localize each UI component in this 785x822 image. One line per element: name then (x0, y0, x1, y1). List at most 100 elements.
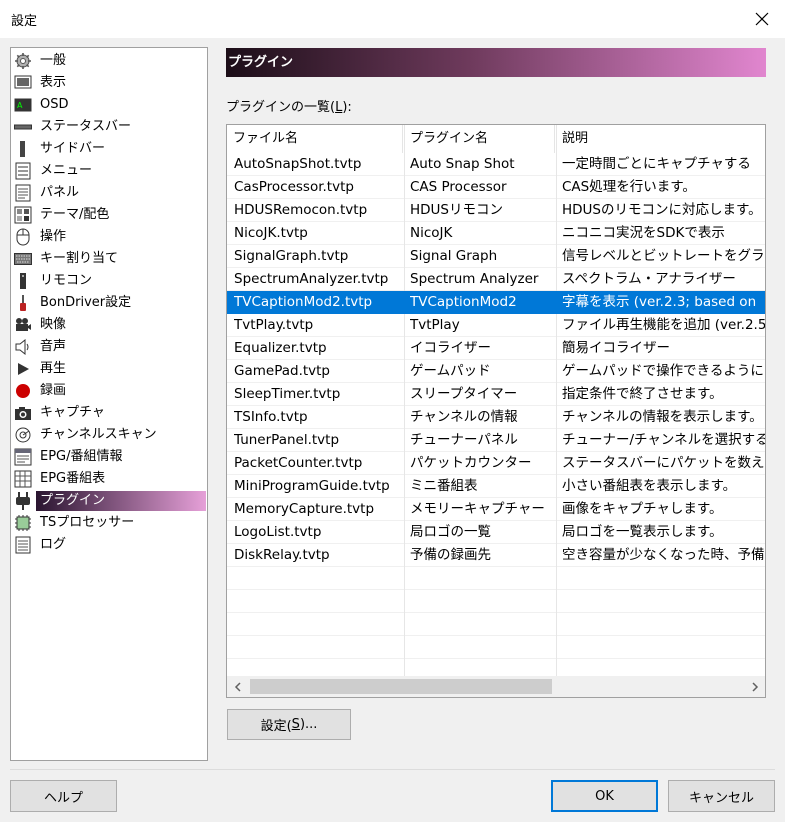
sidebar-item-label: 録画 (40, 383, 67, 398)
filename-cell: SignalGraph.tvtp (234, 248, 349, 264)
sidebar-item[interactable]: パネル (13, 183, 207, 203)
filename-cell: HDUSRemocon.tvtp (234, 202, 368, 218)
palette-icon (13, 206, 33, 224)
sidebar-item[interactable]: 一般 (13, 51, 207, 71)
sidebar-item[interactable]: プラグイン (13, 491, 207, 511)
plugin-name-cell: イコライザー (410, 340, 491, 356)
sidebar-item[interactable]: 操作 (13, 227, 207, 247)
plugin-name-cell: スリープタイマー (410, 386, 518, 402)
horizontal-scrollbar[interactable] (227, 676, 765, 697)
sidebar-item-label: TSプロセッサー (40, 515, 135, 530)
plugin-list[interactable]: ファイル名 プラグイン名 説明 AutoSnapShot.tvtp Auto Sn… (226, 124, 766, 698)
sidebar-item[interactable]: ステータスバー (13, 117, 207, 137)
sidebar-item[interactable]: 録画 (13, 381, 207, 401)
table-row[interactable]: LogoList.tvtp 局ロゴの一覧 局ロゴを一覧表示します。 (227, 521, 765, 544)
table-row[interactable]: SpectrumAnalyzer.tvtp Spectrum Analyzer スペ… (227, 268, 765, 291)
sidebar-item-label: キャプチャ (40, 405, 105, 420)
description-cell: スペクトラム・アナライザー (562, 271, 736, 287)
filename-cell: NicoJK.tvtp (234, 225, 308, 241)
row-separator (227, 658, 765, 659)
sidebar-item[interactable]: TSプロセッサー (13, 513, 207, 533)
plugin-icon (13, 492, 33, 510)
table-row[interactable]: CasProcessor.tvtp CAS Processor CAS処理を行います… (227, 176, 765, 199)
column-header-plugin-name[interactable]: プラグイン名 (404, 125, 555, 153)
cancel-button[interactable]: キャンセル (668, 780, 775, 812)
column-header-description[interactable]: 説明 (556, 125, 765, 153)
table-row[interactable]: DiskRelay.tvtp 予備の録画先 空き容量が少なくなった時、予備の (227, 544, 765, 567)
filename-cell: DiskRelay.tvtp (234, 547, 330, 563)
table-row[interactable]: SignalGraph.tvtp Signal Graph 信号レベルとビットレート… (227, 245, 765, 268)
plugin-name-cell: NicoJK (410, 225, 453, 241)
description-cell: HDUSのリモコンに対応します。 (562, 202, 762, 218)
log-icon (13, 536, 33, 554)
description-cell: ステータスバーにパケットを数える項目 (562, 455, 765, 471)
sidebar-item-label: リモコン (40, 273, 93, 288)
sidebar-item-label: メニュー (40, 163, 93, 178)
table-row[interactable]: TSInfo.tvtp チャンネルの情報 チャンネルの情報を表示します。 (227, 406, 765, 429)
sidebar-item[interactable]: A OSD (13, 95, 207, 115)
description-cell: 簡易イコライザー (562, 340, 670, 356)
table-row[interactable]: TunerPanel.tvtp チューナーパネル チューナー/チャンネルを選択するパ… (227, 429, 765, 452)
table-row[interactable]: SleepTimer.tvtp スリープタイマー 指定条件で終了させます。 (227, 383, 765, 406)
filename-cell: MemoryCapture.tvtp (234, 501, 375, 517)
play-icon (13, 360, 33, 378)
panel-icon (13, 184, 33, 202)
table-row[interactable]: GamePad.tvtp ゲームパッド ゲームパッドで操作できるようにします (227, 360, 765, 383)
table-row[interactable]: NicoJK.tvtp NicoJK ニコニコ実況をSDKで表示 (227, 222, 765, 245)
scroll-left-button[interactable] (227, 676, 248, 697)
close-button[interactable] (739, 0, 785, 38)
settings-category-list[interactable]: 一般表示 A OSD ステータスバー サイドバーメニューパネルテーマ/配色操作キー割り当… (10, 47, 208, 761)
table-row[interactable]: TvtPlay.tvtp TvtPlay ファイル再生機能を追加 (ver.2.5 (227, 314, 765, 337)
statusbar-icon (13, 118, 33, 136)
plugin-list-header: ファイル名 プラグイン名 説明 (227, 125, 765, 153)
table-row[interactable]: MiniProgramGuide.tvtp ミニ番組表 小さい番組表を表示します。 (227, 475, 765, 498)
filename-cell: PacketCounter.tvtp (234, 455, 363, 471)
sidebar-item[interactable]: ログ (13, 535, 207, 555)
description-cell: 信号レベルとビットレートをグラフ表示 (562, 248, 765, 264)
description-cell: 一定時間ごとにキャプチャする (562, 156, 751, 172)
ok-button[interactable]: OK (551, 780, 658, 812)
sidebar-item[interactable]: チャンネルスキャン (13, 425, 207, 445)
scroll-right-button[interactable] (744, 676, 765, 697)
plugin-settings-button[interactable]: 設定(S)... (227, 709, 351, 740)
table-row[interactable]: HDUSRemocon.tvtp HDUSリモコン HDUSのリモコンに対応します。 (227, 199, 765, 222)
sidebar-item[interactable]: キャプチャ (13, 403, 207, 423)
speaker-icon (13, 338, 33, 356)
table-row[interactable]: MemoryCapture.tvtp メモリーキャプチャー 画像をキャプチャします。 (227, 498, 765, 521)
column-header-filename[interactable]: ファイル名 (227, 125, 403, 153)
sidebar-item[interactable]: 音声 (13, 337, 207, 357)
sidebar-item[interactable]: キー割り当て (13, 249, 207, 269)
sidebar-item[interactable]: BonDriver設定 (13, 293, 207, 313)
title-bar: 設定 (0, 0, 785, 38)
sidebar-item[interactable]: サイドバー (13, 139, 207, 159)
sidebar-item[interactable]: テーマ/配色 (13, 205, 207, 225)
sidebar-item-label: キー割り当て (40, 251, 119, 266)
table-row[interactable]: Equalizer.tvtp イコライザー 簡易イコライザー (227, 337, 765, 360)
filename-cell: TvtPlay.tvtp (234, 317, 314, 333)
sidebar-item[interactable]: メニュー (13, 161, 207, 181)
scroll-thumb[interactable] (250, 679, 552, 694)
sidebar-item[interactable]: EPG番組表 (13, 469, 207, 489)
sidebar-item-label: EPG番組表 (40, 471, 106, 486)
filename-cell: TSInfo.tvtp (234, 409, 308, 425)
table-row[interactable]: AutoSnapShot.tvtp Auto Snap Shot 一定時間ごとにキャ… (227, 153, 765, 176)
close-icon (755, 12, 769, 26)
table-row[interactable]: TVCaptionMod2.tvtp TVCaptionMod2 字幕を表示 (ve… (227, 291, 765, 314)
sidebar-item-label: テーマ/配色 (40, 207, 110, 222)
description-cell: 小さい番組表を表示します。 (562, 478, 737, 494)
display-icon (13, 74, 33, 92)
row-separator (227, 635, 765, 636)
sidebar-item[interactable]: 再生 (13, 359, 207, 379)
sidebar-item[interactable]: リモコン (13, 271, 207, 291)
video-camera-icon (13, 316, 33, 334)
table-row[interactable]: PacketCounter.tvtp パケットカウンター ステータスバーにパケットを… (227, 452, 765, 475)
sidebar-item-label: 表示 (40, 75, 67, 90)
help-button[interactable]: ヘルプ (10, 780, 117, 812)
sidebar-item[interactable]: 表示 (13, 73, 207, 93)
sidebar-item-label: OSD (40, 97, 69, 112)
plugin-name-cell: ゲームパッド (410, 363, 491, 379)
sidebar-item[interactable]: EPG/番組情報 (13, 447, 207, 467)
description-cell: 指定条件で終了させます。 (562, 386, 723, 402)
sidebar-item[interactable]: 映像 (13, 315, 207, 335)
filename-cell: CasProcessor.tvtp (234, 179, 354, 195)
